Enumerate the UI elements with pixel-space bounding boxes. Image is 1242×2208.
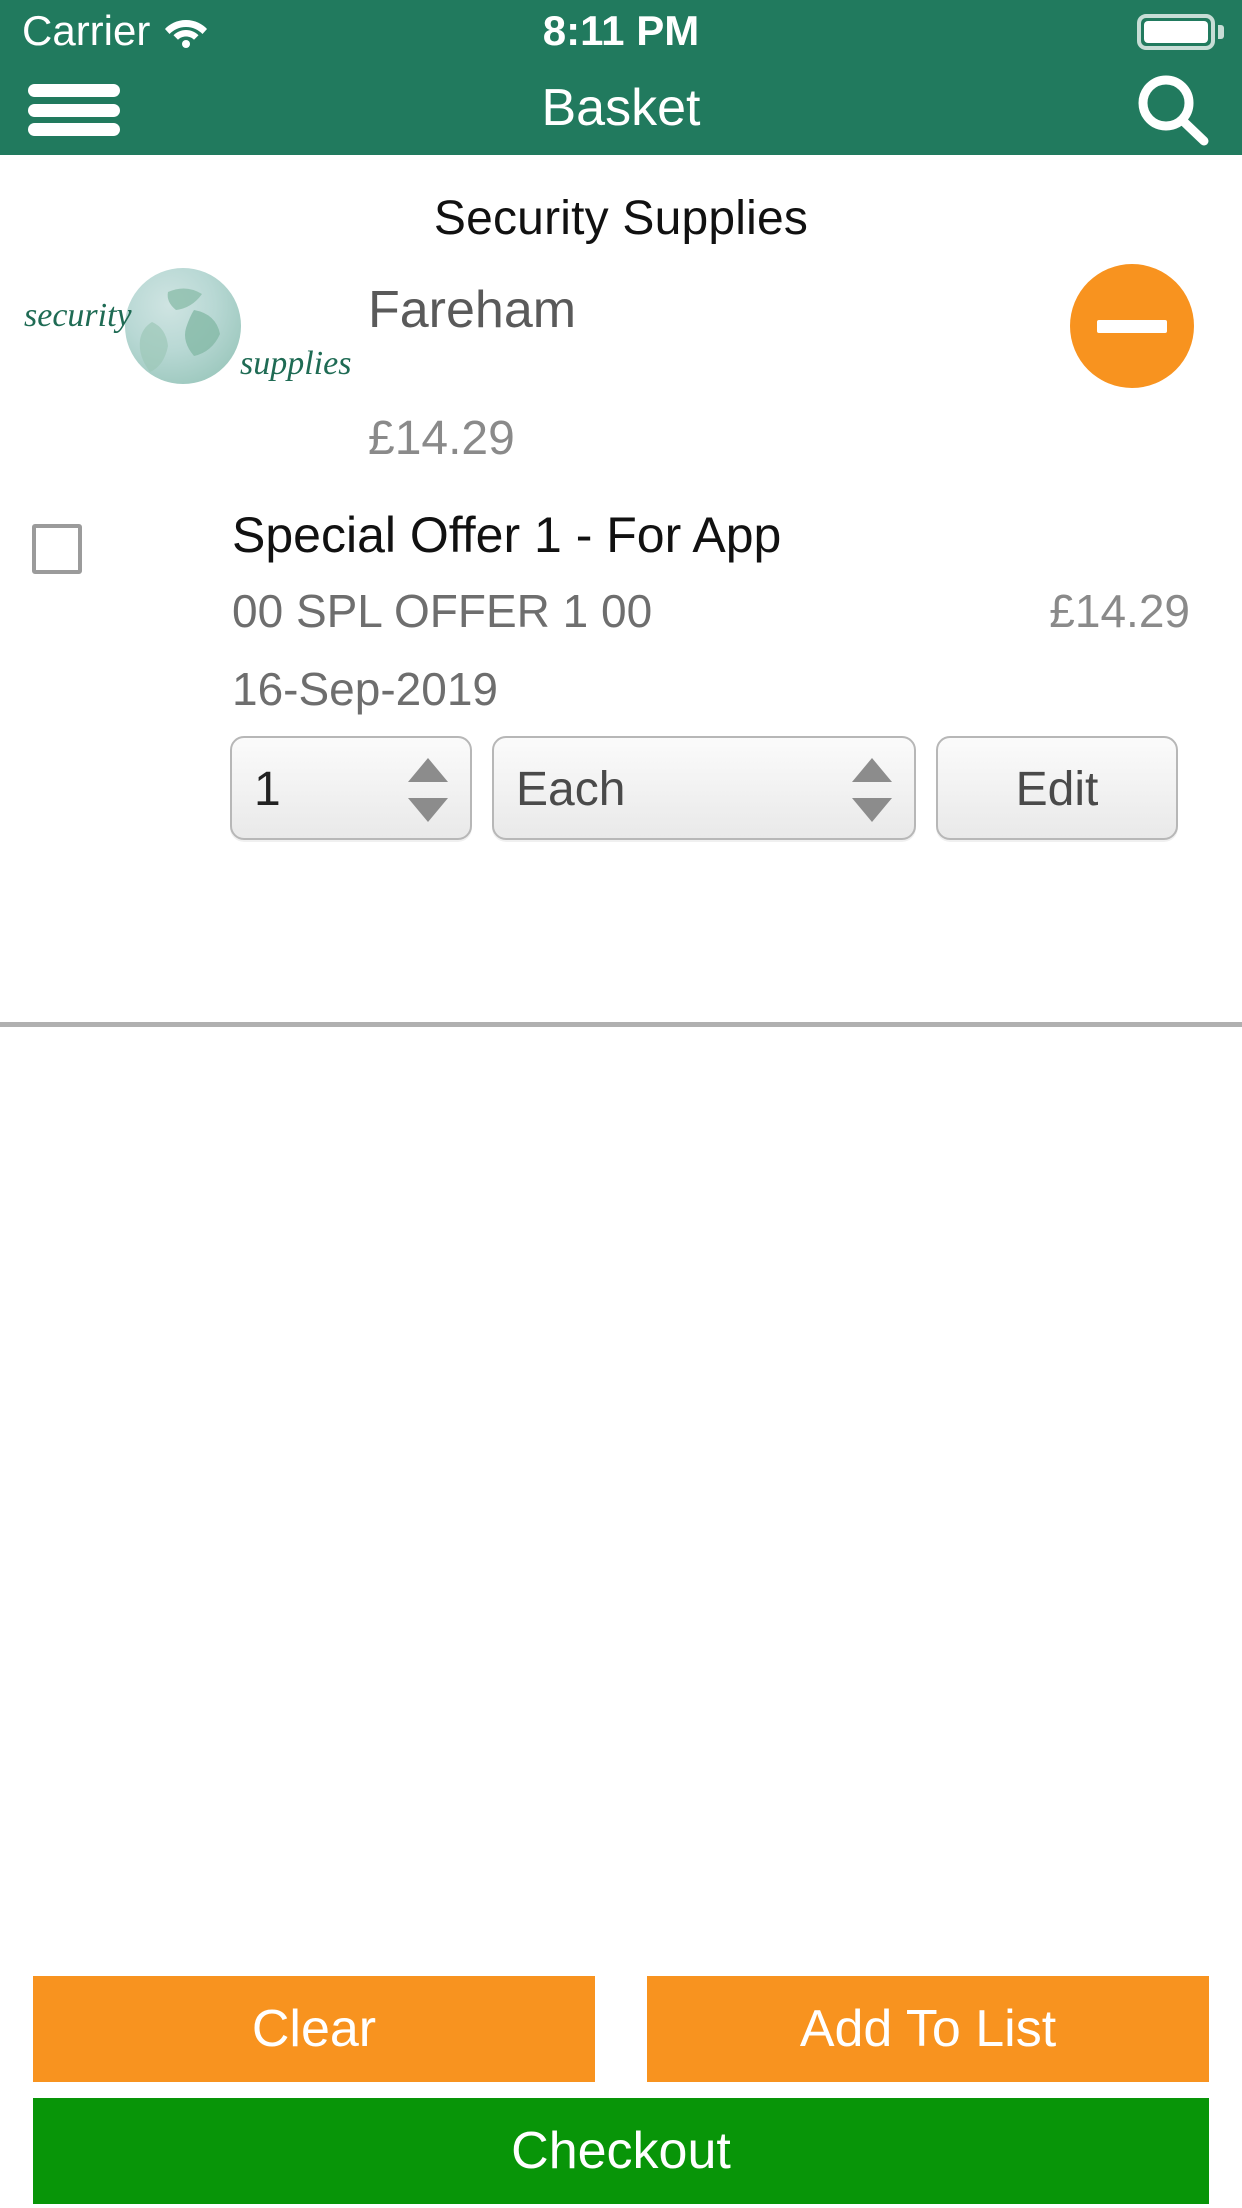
unit-spinner-icon[interactable] — [852, 758, 892, 822]
nav-bar: Basket — [0, 62, 1242, 155]
logo-word-security: security — [24, 297, 133, 334]
logo-word-supplies: supplies — [240, 345, 351, 382]
store-row: security supplies Fareham £14.29 — [0, 246, 1242, 465]
checkout-button[interactable]: Checkout — [33, 2098, 1209, 2204]
basket-content: Security Supplies security supplies Fare… — [0, 155, 1242, 2208]
status-bar-clock: 8:11 PM — [542, 7, 700, 54]
app-screen: Carrier 8:11 PM Basket Security Supplies… — [0, 0, 1242, 2208]
search-icon[interactable] — [1134, 74, 1212, 146]
add-to-list-button[interactable]: Add To List — [647, 1976, 1209, 2082]
store-name: Fareham — [368, 281, 577, 339]
edit-button-label: Edit — [1015, 763, 1099, 816]
edit-button[interactable]: Edit — [936, 736, 1178, 840]
remove-store-button[interactable] — [1070, 264, 1194, 388]
item-name: Special Offer 1 - For App — [232, 507, 782, 563]
item-checkbox[interactable] — [32, 524, 82, 574]
quantity-spinner-icon[interactable] — [408, 758, 448, 822]
quantity-stepper[interactable]: 1 — [230, 736, 472, 840]
item-date: 16-Sep-2019 — [232, 663, 498, 715]
page-title: Basket — [541, 79, 701, 137]
list-divider — [0, 1022, 1242, 1027]
footer-actions: Clear Add To List Checkout — [0, 1940, 1242, 2208]
battery-full-icon — [1137, 14, 1224, 50]
item-controls: 1 Each Edit — [0, 736, 1242, 840]
unit-select[interactable]: Each — [492, 736, 916, 840]
quantity-value: 1 — [254, 763, 281, 816]
item-code: 00 SPL OFFER 1 00 — [232, 585, 653, 637]
unit-value: Each — [516, 763, 626, 816]
store-logo: security supplies — [18, 264, 358, 394]
clear-button[interactable]: Clear — [33, 1976, 595, 2082]
store-heading: Security Supplies — [433, 192, 809, 245]
store-total-price: £14.29 — [368, 412, 515, 465]
status-bar: Carrier 8:11 PM — [0, 0, 1242, 62]
item-price: £14.29 — [1049, 585, 1190, 637]
